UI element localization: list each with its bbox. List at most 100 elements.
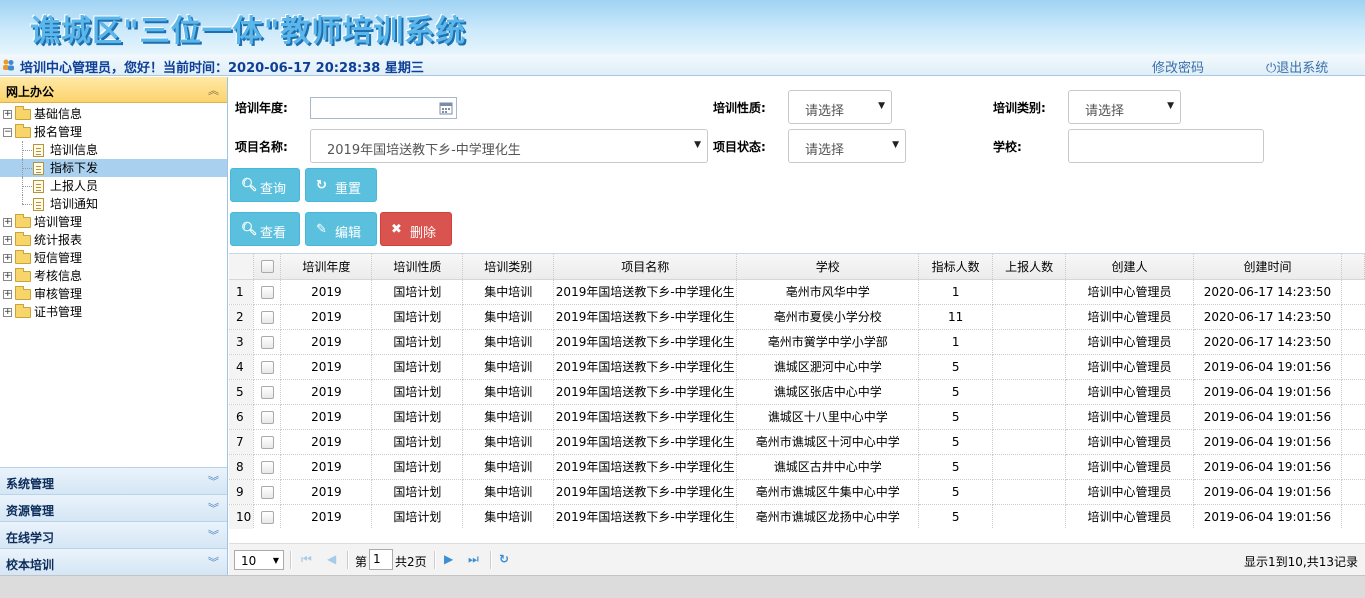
row-checkbox-cell[interactable] [253, 454, 282, 480]
sidebar-panel-header[interactable]: 网上办公 ︽ [0, 77, 227, 103]
table-row[interactable]: 7 2019 国培计划 集中培训 2019年国培送教下乡-中学理化生 亳州市谯城区十河中心… [229, 429, 1365, 455]
row-checkbox[interactable] [260, 360, 274, 374]
column-header[interactable]: 指标人数 [918, 254, 994, 280]
tree-leaf-quota-issue[interactable]: 指标下发 [0, 159, 227, 177]
project-select[interactable]: 2019年国培送教下乡-中学理化生 ▼ [310, 129, 708, 163]
accordion-school-training[interactable]: 校本培训 ︾ [0, 548, 227, 575]
table-cell: 2019年国培送教下乡-中学理化生 [553, 429, 738, 455]
search-button[interactable]: 🔍︎ 查询 [230, 168, 300, 202]
table-row[interactable]: 10 2019 国培计划 集中培训 2019年国培送教下乡-中学理化生 亳州市谯城区龙扬中… [229, 504, 1365, 529]
tree-node-certificates[interactable]: + 证书管理 [0, 303, 227, 321]
row-checkbox-cell[interactable] [253, 304, 282, 330]
page-size-select[interactable]: 10 ▼ [234, 550, 284, 570]
first-page-icon[interactable]: ⏮ [301, 552, 312, 567]
row-checkbox[interactable] [260, 435, 274, 449]
refresh-icon[interactable]: ↻ [499, 552, 509, 566]
table-row[interactable]: 5 2019 国培计划 集中培训 2019年国培送教下乡-中学理化生 谯城区张店中心中学 5… [229, 379, 1365, 405]
table-cell-filler [1341, 479, 1365, 505]
table-row[interactable]: 6 2019 国培计划 集中培训 2019年国培送教下乡-中学理化生 谯城区十八里中心中学… [229, 404, 1365, 430]
row-number: 2 [229, 304, 255, 330]
year-input[interactable] [310, 97, 457, 119]
expand-icon[interactable]: + [3, 308, 12, 317]
expand-icon[interactable]: + [3, 236, 12, 245]
row-checkbox-cell[interactable] [253, 504, 282, 529]
tree-node-sms[interactable]: + 短信管理 [0, 249, 227, 267]
last-page-icon[interactable]: ⏭ [468, 552, 479, 567]
table-cell: 2020-06-17 14:23:50 [1193, 279, 1342, 305]
table-cell: 1 [918, 329, 994, 355]
column-header[interactable]: 创建人 [1065, 254, 1194, 280]
column-header[interactable]: 创建时间 [1193, 254, 1342, 280]
status-select[interactable]: 请选择 ▼ [788, 129, 906, 163]
row-checkbox-cell[interactable] [253, 279, 282, 305]
row-checkbox-cell[interactable] [253, 379, 282, 405]
expand-icon[interactable]: + [3, 272, 12, 281]
row-checkbox[interactable] [260, 285, 274, 299]
delete-button[interactable]: ✖ 删除 [380, 212, 452, 246]
tree-leaf-training-notice[interactable]: 培训通知 [0, 195, 227, 213]
logout-link[interactable]: ⏻退出系统 [1266, 57, 1328, 76]
row-checkbox[interactable] [260, 385, 274, 399]
table-row[interactable]: 1 2019 国培计划 集中培训 2019年国培送教下乡-中学理化生 亳州市风华中学 1 培训… [229, 279, 1365, 305]
tree-node-statistics[interactable]: + 统计报表 [0, 231, 227, 249]
column-header[interactable]: 培训类别 [462, 254, 555, 280]
table-row[interactable]: 4 2019 国培计划 集中培训 2019年国培送教下乡-中学理化生 谯城区淝河中心中学 5… [229, 354, 1365, 380]
accordion-system-mgmt[interactable]: 系统管理 ︾ [0, 467, 227, 494]
next-page-icon[interactable]: ▶ [444, 552, 453, 566]
collapse-up-icon[interactable]: ︽ [208, 82, 219, 98]
expand-icon[interactable]: + [3, 290, 12, 299]
tree-node-label: 审核管理 [34, 287, 83, 301]
tree-leaf-training-info[interactable]: 培训信息 [0, 141, 227, 159]
row-checkbox[interactable] [260, 485, 274, 499]
row-checkbox-cell[interactable] [253, 429, 282, 455]
row-checkbox-cell[interactable] [253, 479, 282, 505]
row-checkbox[interactable] [260, 510, 274, 524]
table-cell: 5 [918, 429, 994, 455]
row-checkbox[interactable] [260, 410, 274, 424]
table-cell: 培训中心管理员 [1065, 379, 1194, 405]
category-select[interactable]: 请选择 ▼ [1068, 90, 1181, 124]
select-all-checkbox-cell[interactable] [253, 254, 282, 280]
row-checkbox-cell[interactable] [253, 404, 282, 430]
school-input[interactable] [1068, 129, 1264, 163]
row-checkbox-cell[interactable] [253, 329, 282, 355]
table-cell: 集中培训 [462, 379, 555, 405]
view-button[interactable]: 🔍︎ 查看 [230, 212, 300, 246]
edit-button[interactable]: ✎ 编辑 [305, 212, 377, 246]
row-checkbox-cell[interactable] [253, 354, 282, 380]
tree-node-basic-info[interactable]: + 基础信息 [0, 105, 227, 123]
tree-node-registration[interactable]: − 报名管理 [0, 123, 227, 141]
column-header[interactable]: 培训年度 [280, 254, 373, 280]
tree-node-training-mgmt[interactable]: + 培训管理 [0, 213, 227, 231]
folder-open-icon [15, 124, 31, 138]
close-icon: ✖ [391, 222, 402, 237]
page-number-input[interactable]: 1 [369, 549, 393, 570]
column-header[interactable]: 培训性质 [371, 254, 464, 280]
accordion-online-learning[interactable]: 在线学习 ︾ [0, 521, 227, 548]
row-checkbox[interactable] [260, 335, 274, 349]
tree-leaf-label: 上报人员 [50, 179, 99, 193]
calendar-icon[interactable] [439, 101, 453, 115]
table-row[interactable]: 2 2019 国培计划 集中培训 2019年国培送教下乡-中学理化生 亳州市夏侯小学分校 1… [229, 304, 1365, 330]
table-row[interactable]: 9 2019 国培计划 集中培训 2019年国培送教下乡-中学理化生 亳州市谯城区牛集中心… [229, 479, 1365, 505]
row-checkbox[interactable] [260, 310, 274, 324]
accordion-resource-mgmt[interactable]: 资源管理 ︾ [0, 494, 227, 521]
collapse-icon[interactable]: − [3, 128, 12, 137]
table-row[interactable]: 8 2019 国培计划 集中培训 2019年国培送教下乡-中学理化生 谯城区古井中心中学 5… [229, 454, 1365, 480]
tree-node-assessment[interactable]: + 考核信息 [0, 267, 227, 285]
tree-node-review[interactable]: + 审核管理 [0, 285, 227, 303]
reset-button[interactable]: ↻ 重置 [305, 168, 377, 202]
table-row[interactable]: 3 2019 国培计划 集中培训 2019年国培送教下乡-中学理化生 亳州市黉学中学小学部… [229, 329, 1365, 355]
column-header[interactable]: 上报人数 [992, 254, 1067, 280]
change-password-link[interactable]: 修改密码 [1152, 57, 1204, 76]
expand-icon[interactable]: + [3, 254, 12, 263]
select-all-checkbox[interactable] [260, 260, 274, 274]
tree-leaf-reported-personnel[interactable]: 上报人员 [0, 177, 227, 195]
expand-icon[interactable]: + [3, 110, 12, 119]
nature-select[interactable]: 请选择 ▼ [788, 90, 892, 124]
prev-page-icon[interactable]: ◀ [327, 552, 336, 566]
column-header[interactable]: 项目名称 [553, 254, 738, 280]
row-checkbox[interactable] [260, 460, 274, 474]
expand-icon[interactable]: + [3, 218, 12, 227]
column-header[interactable]: 学校 [736, 254, 920, 280]
